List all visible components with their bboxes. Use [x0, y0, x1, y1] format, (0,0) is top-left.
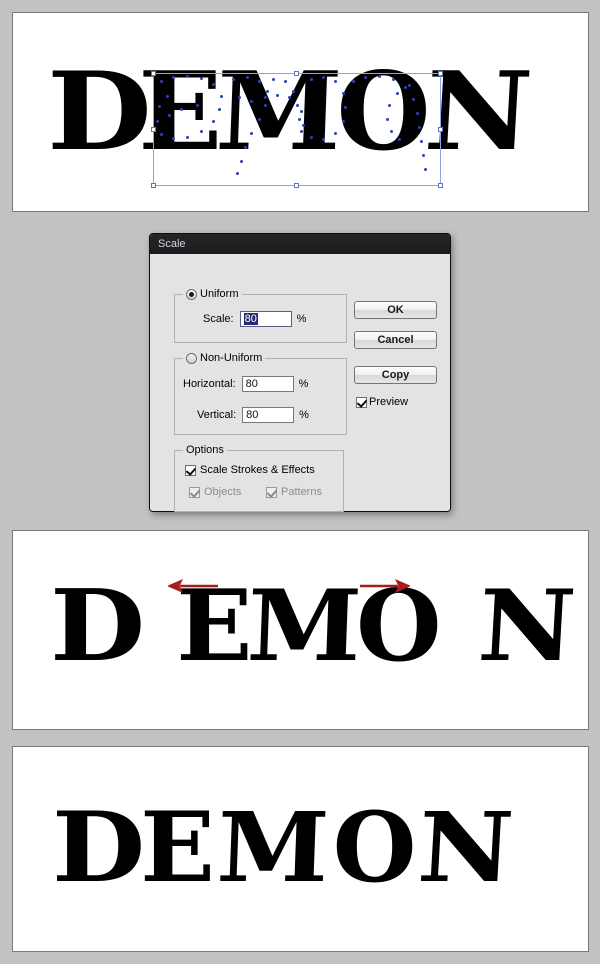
wordmark-spread[interactable]: D EMO N: [50, 569, 576, 684]
glyph-d: D: [50, 569, 145, 684]
uniform-group: Uniform Scale: 80 %: [174, 288, 347, 343]
glyph-n: N: [421, 49, 533, 175]
scale-unit: %: [296, 313, 307, 325]
scale-row: Scale: 80 %: [203, 311, 306, 327]
uniform-label: Uniform: [200, 288, 239, 300]
glyph-m: M: [244, 569, 361, 684]
scale-strokes-checkbox[interactable]: [185, 464, 196, 476]
scale-input-value: 80: [243, 313, 258, 325]
options-legend: Options: [183, 444, 227, 456]
glyph-d: D: [52, 791, 152, 904]
wordmark-final[interactable]: DEMON: [52, 791, 523, 904]
glyph-n: N: [415, 791, 524, 904]
scale-input[interactable]: 80: [239, 311, 292, 327]
scale-dialog[interactable]: Scale Uniform Scale: 80 % Non-Uniform Ho…: [149, 233, 451, 512]
patterns-label: Patterns: [281, 486, 322, 498]
non-uniform-label: Non-Uniform: [200, 352, 263, 364]
glyph-m: M: [213, 49, 342, 175]
dialog-titlebar[interactable]: Scale: [150, 234, 450, 254]
scale-label: Scale:: [203, 313, 234, 325]
glyph-e: E: [137, 49, 222, 175]
copy-button[interactable]: Copy: [354, 366, 437, 384]
glyph-e: E: [176, 569, 252, 684]
non-uniform-legend[interactable]: Non-Uniform: [183, 352, 266, 364]
options-group: Options Scale Strokes & Effects Objects …: [174, 444, 344, 512]
patterns-row: Patterns: [266, 486, 322, 498]
uniform-legend[interactable]: Uniform: [183, 288, 242, 300]
options-label: Options: [186, 444, 224, 456]
scale-strokes-label: Scale Strokes & Effects: [200, 464, 315, 476]
glyph-e: E: [140, 791, 222, 904]
scale-strokes-row[interactable]: Scale Strokes & Effects: [185, 464, 315, 476]
patterns-checkbox: [266, 486, 277, 498]
objects-row: Objects: [189, 486, 241, 498]
uniform-radio[interactable]: [186, 288, 197, 300]
objects-label: Objects: [204, 486, 242, 498]
glyph-m: M: [215, 791, 338, 904]
vertical-label: Vertical:: [197, 409, 237, 421]
preview-row[interactable]: Preview: [356, 396, 408, 408]
objects-checkbox: [189, 486, 200, 498]
non-uniform-radio[interactable]: [186, 352, 197, 364]
horizontal-label: Horizontal:: [183, 378, 236, 390]
glyph-d: D: [47, 49, 152, 175]
dialog-title: Scale: [158, 238, 186, 250]
glyph-o: O: [332, 791, 423, 904]
wordmark-original[interactable]: DEMON: [47, 49, 533, 175]
dialog-body: Uniform Scale: 80 % Non-Uniform Horizont…: [150, 254, 450, 512]
glyph-o: O: [336, 49, 431, 175]
horizontal-row: Horizontal: 80 %: [183, 376, 308, 392]
vertical-input[interactable]: 80: [242, 407, 295, 423]
glyph-o: O: [356, 569, 441, 684]
glyph-n: N: [474, 569, 576, 684]
preview-checkbox[interactable]: [356, 396, 367, 408]
horizontal-unit: %: [298, 378, 309, 390]
vertical-unit: %: [299, 409, 309, 421]
preview-label: Preview: [369, 396, 409, 408]
cancel-button[interactable]: Cancel: [354, 331, 437, 349]
ok-button[interactable]: OK: [354, 301, 437, 319]
non-uniform-group: Non-Uniform Horizontal: 80 % Vertical: 8…: [174, 352, 347, 435]
vertical-row: Vertical: 80 %: [197, 407, 309, 423]
horizontal-input[interactable]: 80: [241, 376, 294, 392]
